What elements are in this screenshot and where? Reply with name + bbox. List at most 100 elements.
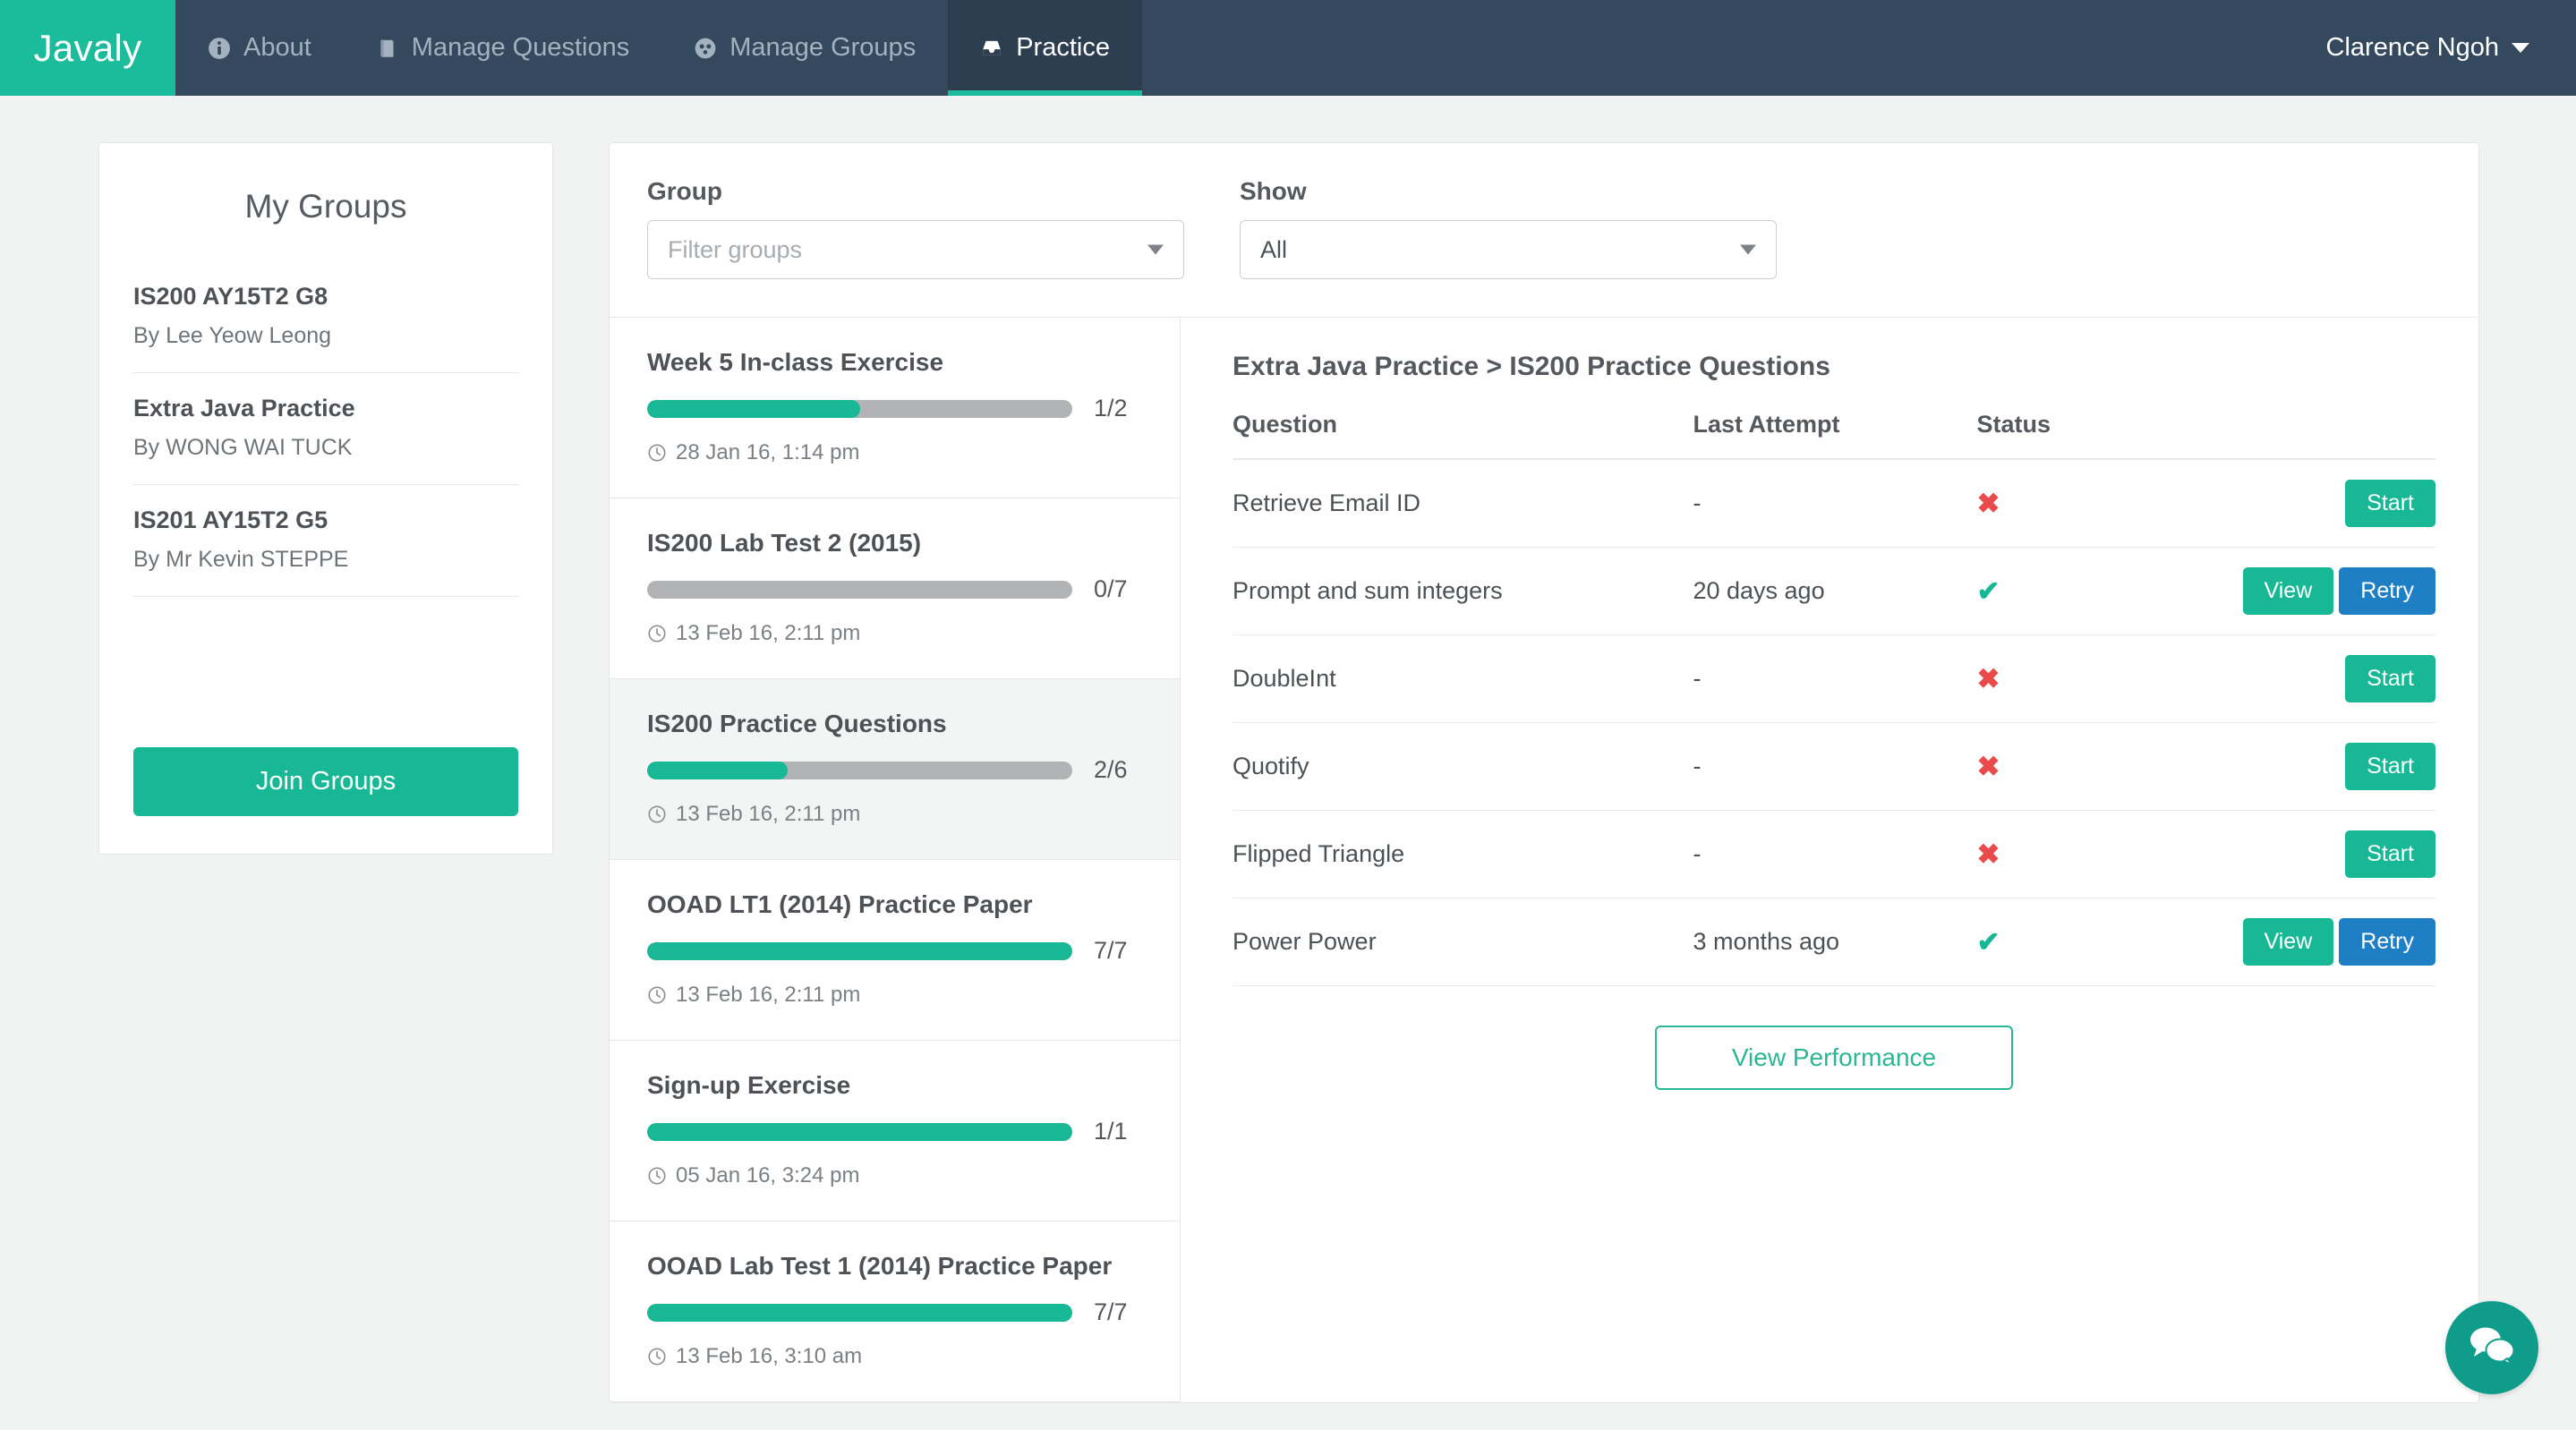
group-list-item[interactable]: IS200 AY15T2 G8 By Lee Yeow Leong — [133, 261, 518, 373]
nav-item-manage-questions[interactable]: Manage Questions — [344, 0, 661, 96]
progress-bar — [647, 1303, 1072, 1322]
questions-table-body: Retrieve Email ID - ✖ Start Prompt and s… — [1233, 459, 2435, 986]
exercise-date-row: 13 Feb 16, 2:11 pm — [647, 621, 1142, 646]
retry-button[interactable]: Retry — [2339, 918, 2435, 966]
group-icon — [694, 37, 717, 60]
table-row: Retrieve Email ID - ✖ Start — [1233, 459, 2435, 548]
exercise-progress-row: 7/7 — [647, 937, 1142, 965]
exercise-date-row: 13 Feb 16, 3:10 am — [647, 1344, 1142, 1369]
top-navbar: Javaly About Manage Questions Manage Gro… — [0, 0, 2576, 96]
show-filter-select[interactable]: All — [1240, 220, 1777, 279]
cell-question: Prompt and sum integers — [1233, 547, 1693, 635]
cell-question: Flipped Triangle — [1233, 810, 1693, 898]
view-button[interactable]: View — [2242, 567, 2334, 615]
group-filter-label: Group — [647, 177, 722, 205]
clock-icon — [647, 1166, 667, 1186]
start-button[interactable]: Start — [2345, 480, 2435, 527]
exercise-progress-row: 0/7 — [647, 575, 1142, 603]
nav-item-about[interactable]: About — [175, 0, 344, 96]
group-filter-select[interactable]: Filter groups — [647, 220, 1184, 279]
start-button[interactable]: Start — [2345, 830, 2435, 878]
nav-item-manage-groups[interactable]: Manage Groups — [661, 0, 948, 96]
exercise-date-row: 13 Feb 16, 2:11 pm — [647, 983, 1142, 1008]
nav-items: About Manage Questions Manage Groups Pra… — [175, 0, 1142, 96]
nav-item-practice-label: Practice — [1016, 33, 1110, 62]
cell-question: Quotify — [1233, 722, 1693, 811]
exercise-progress-row: 1/2 — [647, 395, 1142, 422]
group-list-item[interactable]: IS201 AY15T2 G5 By Mr Kevin STEPPE — [133, 485, 518, 597]
start-button[interactable]: Start — [2345, 743, 2435, 790]
group-name: IS200 AY15T2 G8 — [133, 283, 328, 310]
show-filter-value: All — [1260, 235, 1288, 263]
exercise-title: IS200 Practice Questions — [647, 710, 947, 737]
view-performance-button[interactable]: View Performance — [1655, 1026, 2013, 1090]
exercise-date: 05 Jan 16, 3:24 pm — [676, 1163, 860, 1187]
filter-bar: Group Filter groups Show All — [610, 143, 2478, 318]
cell-last-attempt: - — [1693, 634, 1977, 723]
col-header-last-attempt: Last Attempt — [1693, 411, 1977, 460]
clock-icon — [647, 804, 667, 824]
table-row: Quotify - ✖ Start — [1233, 722, 2435, 811]
exercise-title: Sign-up Exercise — [647, 1071, 851, 1099]
practice-card: Group Filter groups Show All Week 5 In-c… — [609, 142, 2479, 1403]
group-name: IS201 AY15T2 G5 — [133, 506, 328, 533]
group-list-item[interactable]: Extra Java Practice By WONG WAI TUCK — [133, 373, 518, 485]
cell-status: ✖ — [1976, 459, 2243, 548]
clock-icon — [647, 624, 667, 643]
chevron-down-icon — [1147, 244, 1164, 255]
retry-button[interactable]: Retry — [2339, 567, 2435, 615]
page-body: My Groups IS200 AY15T2 G8 By Lee Yeow Le… — [0, 96, 2576, 1403]
cell-last-attempt: - — [1693, 722, 1977, 811]
exercise-list-item[interactable]: OOAD Lab Test 1 (2014) Practice Paper 7/… — [610, 1221, 1180, 1402]
exercise-title: Week 5 In-class Exercise — [647, 348, 944, 376]
exercise-date: 28 Jan 16, 1:14 pm — [676, 440, 860, 464]
start-button[interactable]: Start — [2345, 655, 2435, 702]
progress-label: 1/2 — [1094, 395, 1128, 421]
view-button[interactable]: View — [2242, 918, 2334, 966]
cell-status: ✔ — [1976, 547, 2243, 635]
exercise-list-item[interactable]: IS200 Practice Questions 2/6 13 Feb 16, … — [610, 679, 1180, 860]
exercise-list: Week 5 In-class Exercise 1/2 28 Jan 16, … — [610, 318, 1181, 1402]
table-row: Flipped Triangle - ✖ Start — [1233, 810, 2435, 898]
exercise-date-row: 13 Feb 16, 2:11 pm — [647, 802, 1142, 827]
question-detail-pane: Extra Java Practice > IS200 Practice Que… — [1181, 318, 2478, 1402]
exercise-date-row: 05 Jan 16, 3:24 pm — [647, 1163, 1142, 1188]
cell-last-attempt: - — [1693, 810, 1977, 898]
exercise-list-item[interactable]: Week 5 In-class Exercise 1/2 28 Jan 16, … — [610, 318, 1180, 498]
exercise-date-row: 28 Jan 16, 1:14 pm — [647, 440, 1142, 465]
brand-logo[interactable]: Javaly — [0, 0, 175, 96]
my-groups-card: My Groups IS200 AY15T2 G8 By Lee Yeow Le… — [98, 142, 553, 855]
col-header-actions — [2242, 411, 2435, 460]
progress-bar — [647, 1122, 1072, 1141]
exercise-title: OOAD Lab Test 1 (2014) Practice Paper — [647, 1252, 1113, 1280]
cell-actions: Start — [2242, 810, 2435, 898]
join-groups-button[interactable]: Join Groups — [133, 747, 518, 816]
exercise-progress-row: 7/7 — [647, 1298, 1142, 1326]
exercise-list-item[interactable]: Sign-up Exercise 1/1 05 Jan 16, 3:24 pm — [610, 1041, 1180, 1221]
nav-item-about-label: About — [243, 33, 311, 62]
group-name: Extra Java Practice — [133, 395, 355, 421]
info-circle-icon — [208, 37, 231, 60]
progress-label: 7/7 — [1094, 1298, 1128, 1325]
show-filter-field: Show All — [1240, 177, 1777, 279]
inbox-icon — [980, 37, 1003, 60]
cell-actions: View Retry — [2242, 898, 2435, 986]
group-filter-field: Group Filter groups — [647, 177, 1184, 279]
progress-label: 1/1 — [1094, 1118, 1128, 1145]
cell-last-attempt: 20 days ago — [1693, 547, 1977, 635]
my-groups-title: My Groups — [244, 188, 407, 225]
status-fail-icon: ✖ — [1976, 750, 2000, 782]
exercise-date: 13 Feb 16, 2:11 pm — [676, 983, 861, 1007]
status-pass-icon: ✔ — [1976, 575, 2000, 607]
cell-last-attempt: - — [1693, 459, 1977, 548]
exercise-list-item[interactable]: IS200 Lab Test 2 (2015) 0/7 13 Feb 16, 2… — [610, 498, 1180, 679]
main-column: Group Filter groups Show All Week 5 In-c… — [609, 142, 2576, 1403]
nav-item-practice[interactable]: Practice — [948, 0, 1142, 96]
cell-question: DoubleInt — [1233, 634, 1693, 723]
exercise-date: 13 Feb 16, 2:11 pm — [676, 621, 861, 645]
chat-widget-button[interactable] — [2445, 1301, 2538, 1394]
user-menu[interactable]: Clarence Ngoh — [2326, 0, 2576, 96]
exercise-date: 13 Feb 16, 2:11 pm — [676, 802, 861, 826]
exercise-list-item[interactable]: OOAD LT1 (2014) Practice Paper 7/7 13 Fe… — [610, 860, 1180, 1041]
nav-item-manage-groups-label: Manage Groups — [729, 33, 917, 62]
